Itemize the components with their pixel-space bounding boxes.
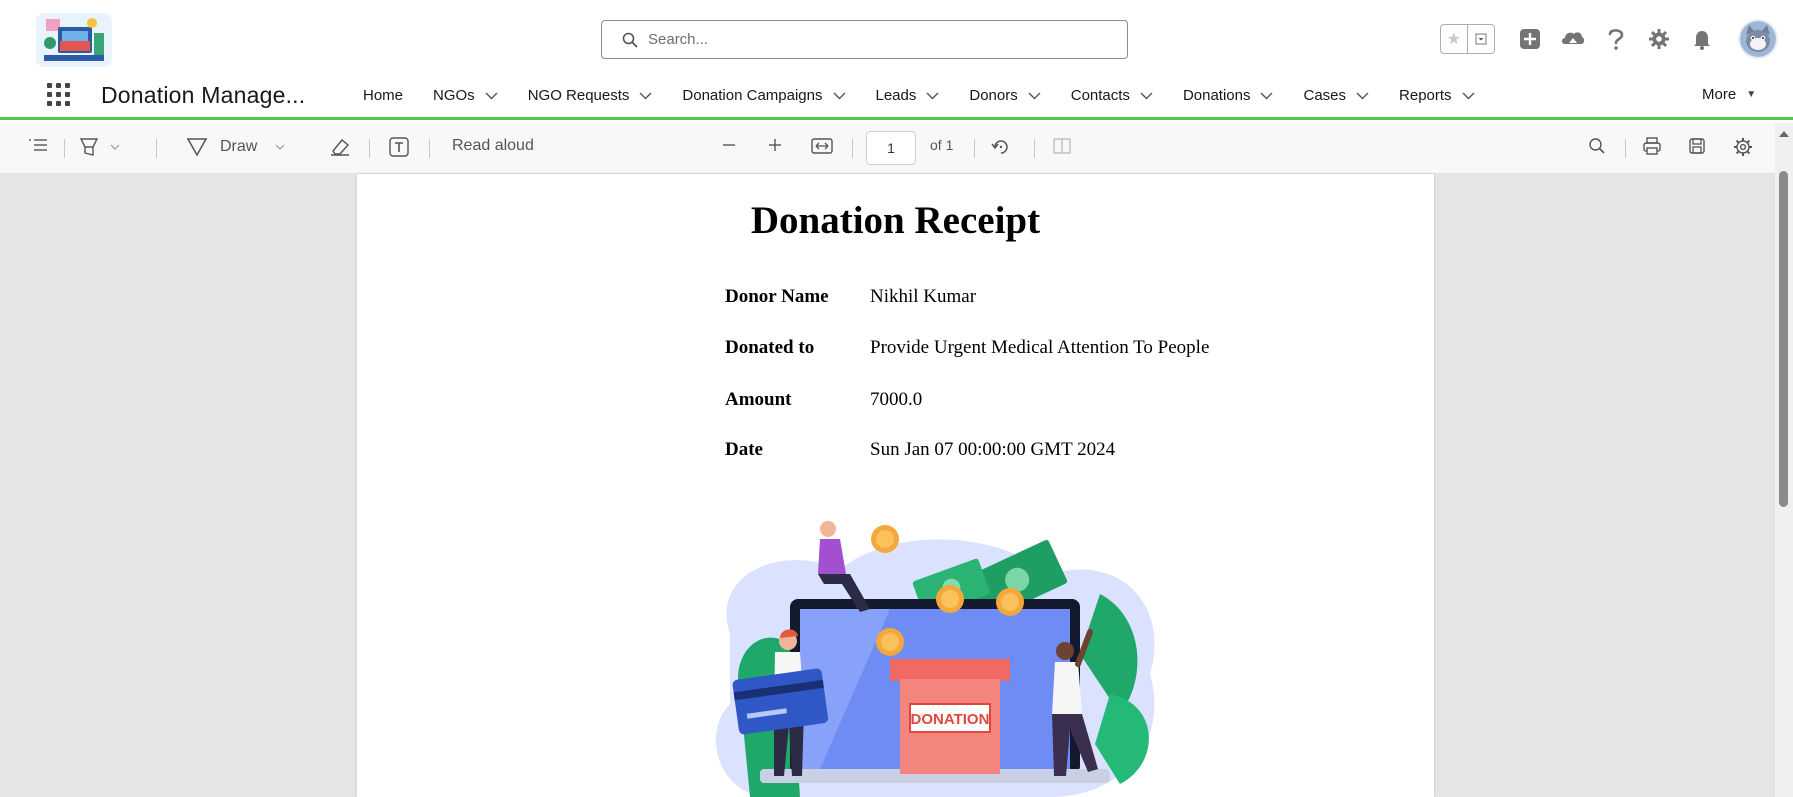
- user-avatar[interactable]: [1738, 19, 1778, 59]
- highlight-icon: [79, 138, 99, 156]
- nav-item-leads[interactable]: Leads: [876, 87, 940, 104]
- nav-more-label: More: [1702, 86, 1737, 103]
- vertical-scrollbar[interactable]: [1775, 123, 1793, 797]
- receipt-row-donor-name: Donor Name Nikhil Kumar: [725, 286, 976, 308]
- row-label: Donated to: [725, 337, 815, 358]
- nav-item-label: Contacts: [1070, 87, 1130, 104]
- nav-item-ngos[interactable]: NGOs: [433, 87, 498, 104]
- row-value: Nikhil Kumar: [870, 286, 977, 307]
- nav-item-donations[interactable]: Donations: [1183, 87, 1274, 104]
- table-of-contents-icon[interactable]: [28, 137, 48, 153]
- row-label: Date: [725, 439, 763, 460]
- search-input[interactable]: [648, 31, 1088, 48]
- rotate-icon[interactable]: [990, 137, 1012, 157]
- fit-to-width-icon[interactable]: [811, 137, 833, 155]
- chevron-down-icon[interactable]: [1028, 92, 1041, 100]
- page-view-icon[interactable]: [1052, 137, 1072, 155]
- chevron-down-icon[interactable]: [639, 92, 652, 100]
- read-aloud-label: Read aloud: [452, 137, 534, 154]
- nav-item-label: Donors: [969, 87, 1018, 104]
- nav-item-label: Leads: [875, 87, 917, 104]
- donation-illustration: DONATION: [715, 521, 1155, 797]
- receipt-row-donated-to: Donated to Provide Urgent Medical Attent…: [725, 337, 1209, 359]
- nav-item-donation-campaigns[interactable]: Donation Campaigns: [682, 87, 845, 104]
- chevron-down-icon[interactable]: [275, 144, 285, 150]
- find-search-icon[interactable]: [1588, 137, 1606, 155]
- nav-item-ngo-requests[interactable]: NGO Requests: [528, 87, 653, 104]
- chevron-down-icon[interactable]: [485, 92, 498, 100]
- nav-item-donors[interactable]: Donors: [969, 87, 1041, 104]
- nav-item-cases[interactable]: Cases: [1303, 87, 1369, 104]
- favorites-star-icon[interactable]: ★: [1441, 25, 1468, 53]
- draw-label: Draw: [220, 138, 258, 155]
- help-icon[interactable]: [1603, 26, 1629, 52]
- org-logo[interactable]: [36, 13, 112, 67]
- favorites-dropdown-icon[interactable]: [1468, 25, 1494, 53]
- pdf-toolbar: Draw Read aloud 1 of 1: [0, 123, 1793, 174]
- nav-item-home[interactable]: Home: [363, 87, 403, 104]
- chevron-down-icon[interactable]: [1462, 92, 1475, 100]
- caret-down-icon: ▼: [1746, 89, 1757, 100]
- page-number-input[interactable]: 1: [866, 131, 916, 165]
- chevron-down-icon[interactable]: [833, 92, 846, 100]
- chevron-down-icon[interactable]: [1356, 92, 1369, 100]
- pdf-viewer: Donation Receipt Donor Name Nikhil Kumar…: [0, 174, 1775, 797]
- zoom-in-icon[interactable]: [767, 137, 783, 153]
- notifications-bell-icon[interactable]: [1689, 26, 1715, 52]
- nav-items: Home NGOs NGO Requests Donation Campaign…: [363, 74, 1505, 117]
- receipt-row-amount: Amount 7000.0: [725, 389, 922, 411]
- draw-icon: [187, 138, 207, 157]
- print-icon[interactable]: [1642, 137, 1662, 155]
- scrollbar-thumb[interactable]: [1779, 171, 1788, 507]
- global-actions-icon[interactable]: [1517, 26, 1543, 52]
- app-nav-bar: Donation Manage... Home NGOs NGO Request…: [0, 74, 1793, 120]
- row-value: Provide Urgent Medical Attention To Peop…: [870, 337, 1210, 358]
- nav-item-label: NGOs: [433, 87, 475, 104]
- draw-tool[interactable]: Draw: [186, 137, 285, 157]
- zoom-out-icon[interactable]: [721, 137, 737, 153]
- pdf-page: Donation Receipt Donor Name Nikhil Kumar…: [357, 174, 1434, 797]
- search-icon: [622, 32, 638, 47]
- nav-item-label: Donation Campaigns: [682, 87, 823, 104]
- nav-item-label: NGO Requests: [527, 87, 630, 104]
- nav-item-contacts[interactable]: Contacts: [1071, 87, 1153, 104]
- save-icon[interactable]: [1688, 137, 1706, 155]
- global-header: ★: [0, 0, 1793, 74]
- nav-item-reports[interactable]: Reports: [1399, 87, 1475, 104]
- chevron-down-icon[interactable]: [1260, 92, 1273, 100]
- receipt-row-date: Date Sun Jan 07 00:00:00 GMT 2024: [725, 439, 1115, 461]
- setup-gear-icon[interactable]: [1646, 26, 1672, 52]
- global-search[interactable]: [601, 20, 1128, 59]
- nav-item-label: Donations: [1182, 87, 1251, 104]
- header-actions: ★: [1440, 19, 1778, 59]
- nav-item-label: Cases: [1303, 87, 1347, 104]
- row-value: Sun Jan 07 00:00:00 GMT 2024: [870, 439, 1116, 460]
- row-label: Donor Name: [725, 286, 829, 307]
- nav-item-label: Home: [363, 87, 404, 104]
- page-total: of 1: [930, 137, 954, 153]
- nav-more-menu[interactable]: More ▼: [1702, 86, 1756, 103]
- row-label: Amount: [725, 389, 792, 410]
- app-launcher-icon[interactable]: [44, 80, 72, 108]
- trailhead-icon[interactable]: [1560, 26, 1586, 52]
- chevron-down-icon[interactable]: [1140, 92, 1153, 100]
- scroll-up-arrow-icon[interactable]: [1779, 131, 1789, 137]
- donation-box-label: DONATION: [911, 711, 990, 728]
- nav-item-label: Reports: [1399, 87, 1452, 104]
- row-value: 7000.0: [870, 389, 923, 410]
- receipt-title: Donation Receipt: [750, 199, 1041, 242]
- highlight-tool[interactable]: [78, 137, 120, 157]
- chevron-down-icon[interactable]: [110, 144, 120, 150]
- app-name: Donation Manage...: [101, 82, 306, 108]
- favorites-group: ★: [1440, 24, 1495, 54]
- chevron-down-icon[interactable]: [926, 92, 939, 100]
- add-text-icon[interactable]: [388, 137, 410, 157]
- read-aloud-button[interactable]: Read aloud: [452, 137, 534, 155]
- eraser-icon[interactable]: [329, 137, 351, 157]
- settings-gear-icon[interactable]: [1733, 137, 1753, 157]
